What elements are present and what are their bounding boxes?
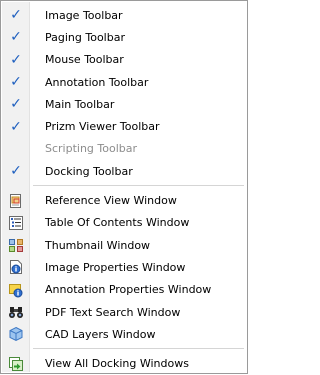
menu-item-image-toolbar[interactable]: ✓ Image Toolbar <box>2 4 246 26</box>
menu-item-label: Annotation Toolbar <box>45 75 149 89</box>
thumbnail-icon <box>8 237 24 253</box>
menu-item-view-all-docking-windows[interactable]: View All Docking Windows <box>2 352 246 374</box>
reference-view-icon <box>8 193 24 209</box>
view-menu: ✓ Image Toolbar ✓ Paging Toolbar ✓ Mouse… <box>0 0 248 374</box>
menu-item-cad-layers-window[interactable]: CAD Layers Window <box>2 323 246 345</box>
menu-item-label: Image Toolbar <box>45 8 123 22</box>
menu-item-label: Mouse Toolbar <box>45 53 124 67</box>
menu-item-label: View All Docking Windows <box>45 357 189 371</box>
menu-item-label: Paging Toolbar <box>45 30 125 44</box>
menu-item-mouse-toolbar[interactable]: ✓ Mouse Toolbar <box>2 49 246 71</box>
menu-item-label: Docking Toolbar <box>45 164 133 178</box>
menu-item-scripting-toolbar: Scripting Toolbar <box>2 138 246 160</box>
check-icon: ✓ <box>10 51 22 68</box>
menu-item-annotation-toolbar[interactable]: ✓ Annotation Toolbar <box>2 71 246 93</box>
table-of-contents-icon <box>8 215 24 231</box>
menu-item-label: Image Properties Window <box>45 260 186 274</box>
view-all-windows-icon <box>8 356 24 372</box>
menu-item-label: Annotation Properties Window <box>45 283 212 297</box>
check-icon: ✓ <box>10 7 22 24</box>
menu-item-paging-toolbar[interactable]: ✓ Paging Toolbar <box>2 26 246 48</box>
check-icon: ✓ <box>10 29 22 46</box>
menu-item-annotation-properties-window[interactable]: Annotation Properties Window <box>2 279 246 301</box>
check-icon: ✓ <box>10 96 22 113</box>
binoculars-icon <box>8 304 24 320</box>
menu-item-label: PDF Text Search Window <box>45 305 181 319</box>
menu-item-label: Main Toolbar <box>45 97 115 111</box>
menu-item-docking-toolbar[interactable]: ✓ Docking Toolbar <box>2 160 246 182</box>
check-icon: ✓ <box>10 118 22 135</box>
menu-item-label: Thumbnail Window <box>45 238 151 252</box>
check-icon: ✓ <box>10 74 22 91</box>
menu-item-pdf-text-search-window[interactable]: PDF Text Search Window <box>2 301 246 323</box>
image-properties-icon <box>8 259 24 275</box>
menu-items: ✓ Image Toolbar ✓ Paging Toolbar ✓ Mouse… <box>2 4 246 375</box>
menu-item-label: CAD Layers Window <box>45 327 156 341</box>
menu-item-label: Scripting Toolbar <box>45 142 138 156</box>
menu-item-main-toolbar[interactable]: ✓ Main Toolbar <box>2 93 246 115</box>
menu-item-label: Reference View Window <box>45 194 177 208</box>
cad-layers-icon <box>8 326 24 342</box>
menu-item-table-of-contents-window[interactable]: Table Of Contents Window <box>2 212 246 234</box>
annotation-properties-icon <box>8 282 24 298</box>
menu-separator <box>2 182 246 189</box>
menu-item-label: Table Of Contents Window <box>45 216 190 230</box>
menu-item-prizm-viewer-toolbar[interactable]: ✓ Prizm Viewer Toolbar <box>2 115 246 137</box>
menu-item-label: Prizm Viewer Toolbar <box>45 120 160 134</box>
menu-separator <box>2 345 246 352</box>
menu-item-reference-view-window[interactable]: Reference View Window <box>2 189 246 211</box>
check-icon: ✓ <box>10 163 22 180</box>
menu-item-image-properties-window[interactable]: Image Properties Window <box>2 256 246 278</box>
menu-item-thumbnail-window[interactable]: Thumbnail Window <box>2 234 246 256</box>
